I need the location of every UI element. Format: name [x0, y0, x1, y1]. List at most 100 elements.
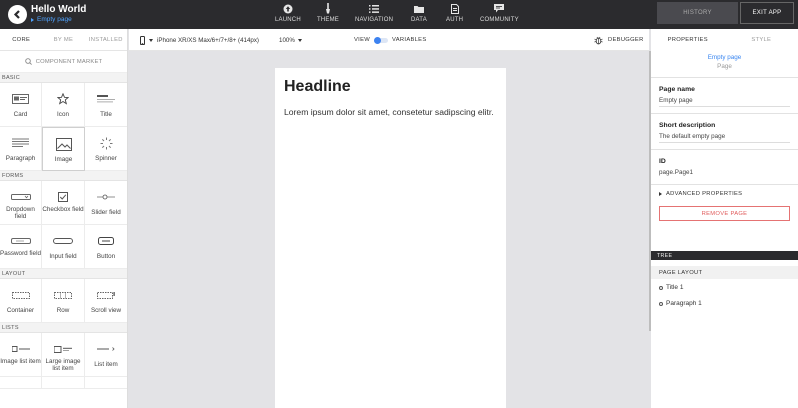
- id-label: ID: [659, 158, 666, 165]
- canvas-toolbar: iPhone XR/XS Max/6+/7+/8+ (414px) 100% V…: [129, 29, 649, 51]
- component-more[interactable]: [0, 377, 42, 389]
- star-icon: [57, 92, 69, 106]
- component-more[interactable]: [42, 377, 85, 389]
- toggle-knob: [374, 36, 382, 44]
- folder-icon: [413, 2, 424, 15]
- exit-app-button[interactable]: EXIT APP: [740, 2, 794, 24]
- tree-item-title[interactable]: Title 1: [659, 284, 683, 291]
- component-list-item[interactable]: List item: [85, 333, 127, 377]
- component-more[interactable]: [85, 377, 127, 389]
- page-name-field: Page name Empty page: [651, 78, 798, 114]
- component-slider-field[interactable]: Slider field: [85, 181, 127, 225]
- view-variables-toggle[interactable]: VIEW VARIABLES: [354, 29, 427, 51]
- page-name-input[interactable]: Empty page: [659, 97, 790, 107]
- current-page-label: Empty page: [37, 16, 72, 23]
- rocket-icon: [283, 2, 293, 15]
- tree-item-label: Paragraph 1: [666, 300, 702, 307]
- layout-components: Container Row Scroll view: [0, 279, 127, 323]
- nav-community[interactable]: COMMUNITY: [480, 2, 519, 23]
- component-icon[interactable]: Icon: [42, 83, 85, 127]
- toggle-switch[interactable]: [374, 36, 389, 44]
- tree-node-icon: [659, 301, 663, 306]
- section-lists-title: LISTS: [0, 323, 127, 333]
- page-layout-header: PAGE LAYOUT: [651, 266, 798, 279]
- image-icon: [55, 137, 72, 151]
- caret-right-icon: [659, 192, 662, 196]
- search-icon: [24, 58, 32, 65]
- large-image-list-item-icon: [54, 342, 72, 356]
- component-password-field[interactable]: Password field: [0, 225, 42, 269]
- component-panel: CORE BY ME INSTALLED COMPONENT MARKET BA…: [0, 29, 128, 408]
- tree-item-paragraph[interactable]: Paragraph 1: [659, 300, 702, 307]
- title-icon: [97, 92, 115, 106]
- variables-label: VARIABLES: [392, 37, 427, 43]
- canvas-paragraph[interactable]: Lorem ipsum dolor sit amet, consetetur s…: [284, 106, 499, 119]
- device-selector[interactable]: iPhone XR/XS Max/6+/7+/8+ (414px): [140, 29, 259, 51]
- component-dropdown-field[interactable]: Dropdown field: [0, 181, 42, 225]
- properties-tabs: PROPERTIES STYLE: [651, 29, 798, 51]
- nav-data[interactable]: DATA: [411, 2, 427, 23]
- spinner-icon: [100, 136, 113, 150]
- component-scroll-view[interactable]: Scroll view: [85, 279, 127, 323]
- brush-icon: [325, 2, 331, 15]
- tab-core[interactable]: CORE: [0, 29, 42, 50]
- tab-by-me[interactable]: BY ME: [42, 29, 84, 50]
- current-page-selector[interactable]: Empty page: [31, 16, 72, 23]
- remove-page-button[interactable]: REMOVE PAGE: [659, 206, 790, 221]
- component-tabs: CORE BY ME INSTALLED: [0, 29, 127, 51]
- nav-launch[interactable]: LAUNCH: [275, 2, 301, 23]
- caret-right-icon: [31, 17, 34, 22]
- component-button[interactable]: Button: [85, 225, 127, 269]
- canvas-page[interactable]: Headline Lorem ipsum dolor sit amet, con…: [275, 68, 506, 408]
- app-logo-icon[interactable]: [8, 5, 27, 24]
- id-value: page.Page1: [659, 169, 693, 176]
- list-components: Image list item Large image list item Li…: [0, 333, 127, 389]
- component-large-image-list-item[interactable]: Large image list item: [42, 333, 85, 377]
- nav-auth[interactable]: AUTH: [446, 2, 463, 23]
- component-paragraph[interactable]: Paragraph: [0, 127, 42, 171]
- advanced-properties-toggle[interactable]: ADVANCED PROPERTIES: [651, 185, 798, 203]
- scroll-view-icon: [97, 288, 115, 302]
- component-spinner[interactable]: Spinner: [85, 127, 127, 171]
- component-checkbox-field[interactable]: Checkbox field: [42, 181, 85, 225]
- component-image[interactable]: Image: [42, 127, 85, 171]
- zoom-selector[interactable]: 100%: [279, 29, 302, 51]
- tab-installed[interactable]: INSTALLED: [85, 29, 127, 50]
- nav-theme[interactable]: THEME: [317, 2, 339, 23]
- tab-style[interactable]: STYLE: [725, 29, 798, 51]
- component-card[interactable]: Card: [0, 83, 42, 127]
- properties-panel: PROPERTIES STYLE Empty page Page Page na…: [651, 29, 798, 408]
- component-market-button[interactable]: COMPONENT MARKET: [0, 51, 127, 73]
- section-basic-title: BASIC: [0, 73, 127, 83]
- container-icon: [11, 288, 30, 302]
- basic-components: Card Icon Title Paragraph Image Spinner: [0, 83, 127, 171]
- tab-properties[interactable]: PROPERTIES: [651, 29, 725, 51]
- nav-navigation[interactable]: NAVIGATION: [355, 2, 393, 23]
- device-caret-icon: [149, 38, 153, 42]
- short-description-field: Short description The default empty page: [651, 114, 798, 150]
- short-description-label: Short description: [659, 122, 716, 129]
- bug-icon: [594, 36, 603, 44]
- button-icon: [98, 234, 114, 248]
- canvas-headline[interactable]: Headline: [284, 78, 351, 96]
- slider-icon: [97, 190, 115, 204]
- image-list-item-icon: [11, 342, 30, 356]
- dropdown-icon: [10, 190, 31, 204]
- device-label: iPhone XR/XS Max/6+/7+/8+ (414px): [157, 36, 259, 44]
- password-icon: [10, 234, 31, 248]
- advanced-properties-label: ADVANCED PROPERTIES: [666, 191, 743, 197]
- component-row[interactable]: Row: [42, 279, 85, 323]
- component-image-list-item[interactable]: Image list item: [0, 333, 42, 377]
- card-icon: [12, 92, 29, 106]
- short-description-input[interactable]: The default empty page: [659, 133, 790, 143]
- phone-icon: [140, 35, 145, 45]
- history-button[interactable]: HISTORY: [657, 2, 738, 24]
- selected-element-header: Empty page Page: [651, 51, 798, 78]
- component-input-field[interactable]: Input field: [42, 225, 85, 269]
- document-icon: [450, 2, 459, 15]
- debugger-button[interactable]: DEBUGGER: [594, 29, 644, 51]
- selected-element-name: Empty page: [707, 54, 742, 61]
- component-title[interactable]: Title: [85, 83, 127, 127]
- input-icon: [53, 234, 73, 248]
- component-container[interactable]: Container: [0, 279, 42, 323]
